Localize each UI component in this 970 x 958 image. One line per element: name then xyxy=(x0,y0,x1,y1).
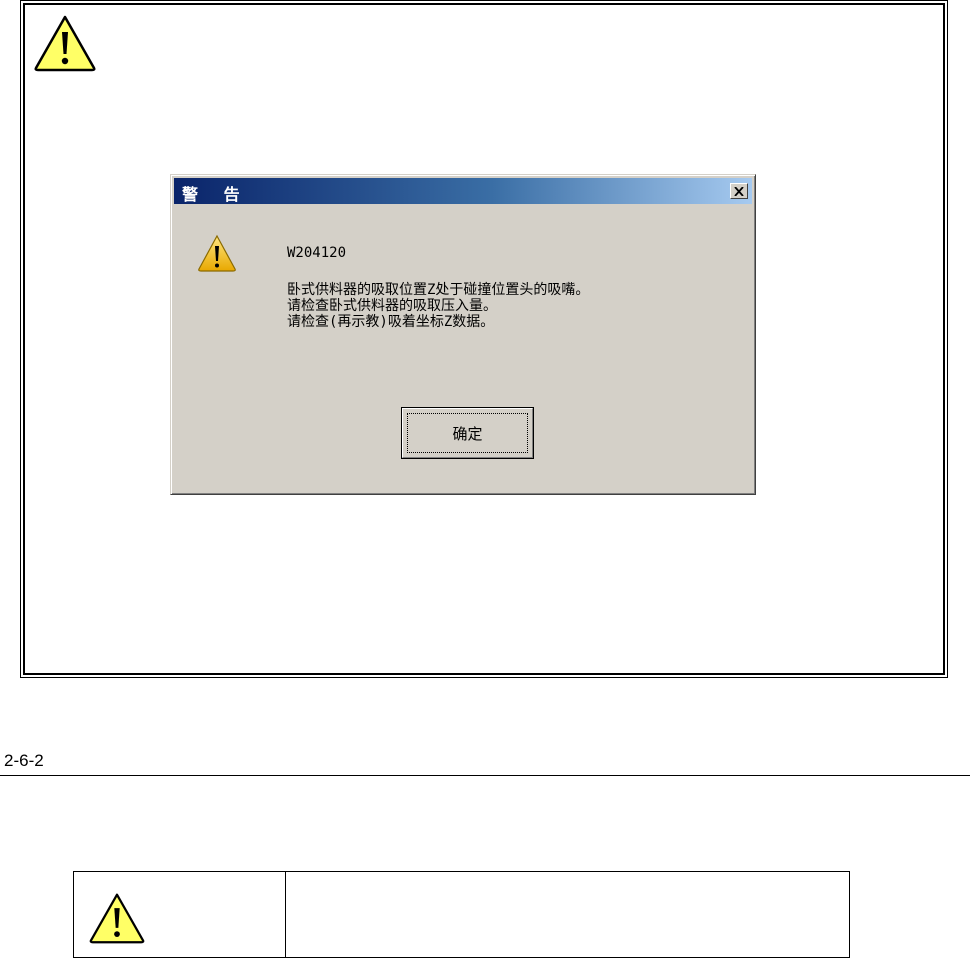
warning-triangle-icon xyxy=(89,893,145,944)
message-line: 请检查(再示教)吸着坐标Z数据。 xyxy=(287,314,495,330)
dialog-titlebar[interactable]: 警 告 xyxy=(174,178,752,204)
ok-button-label: 确定 xyxy=(452,425,483,443)
close-button[interactable] xyxy=(730,183,748,199)
table-cell-divider xyxy=(285,872,286,957)
section-divider xyxy=(0,775,970,776)
message-line: 请检查卧式供料器的吸取压入量。 xyxy=(287,298,497,314)
warning-triangle-icon xyxy=(34,15,96,72)
dialog-title: 警 告 xyxy=(182,185,250,204)
ok-button[interactable]: 确定 xyxy=(401,407,534,459)
message-line: 卧式供料器的吸取位置Z处于碰撞位置头的吸嘴。 xyxy=(287,282,590,298)
close-x-icon xyxy=(734,186,744,196)
section-number: 2-6-2 xyxy=(4,751,44,770)
dialog-message: W204120 卧式供料器的吸取位置Z处于碰撞位置头的吸嘴。 请检查卧式供料器的… xyxy=(287,245,727,330)
warning-triangle-icon xyxy=(198,234,236,272)
warning-dialog: 警 告 W204120 卧式供料器的吸取位置Z处于碰撞位置头的吸嘴。 请检查卧式… xyxy=(170,174,756,495)
message-code: W204120 xyxy=(287,245,347,261)
warning-table xyxy=(73,871,850,958)
